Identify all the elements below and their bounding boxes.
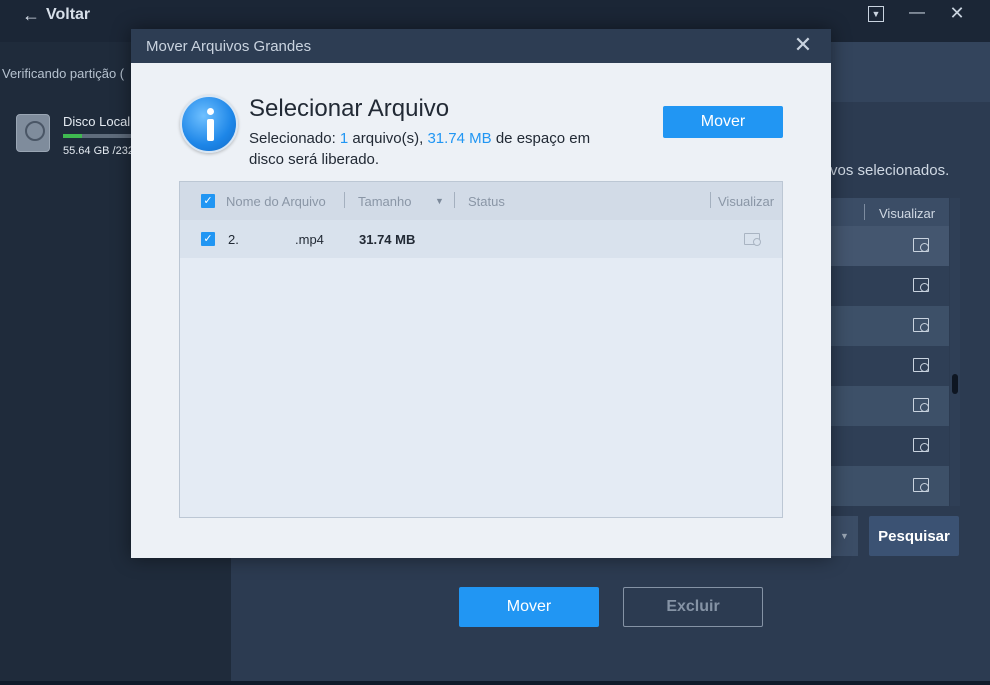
disk-usage-fill: [63, 134, 83, 138]
column-separator: [344, 192, 345, 208]
background-table-row[interactable]: [831, 266, 949, 306]
selected-files-table: ✓ Nome do Arquivo Tamanho ▼ Status Visua…: [179, 181, 783, 518]
back-label: Voltar: [46, 6, 91, 23]
folder-preview-icon[interactable]: [913, 478, 929, 492]
background-file-table: Visualizar: [831, 198, 949, 506]
minimize-icon[interactable]: —: [908, 4, 926, 22]
disk-name: Disco Local: [63, 114, 131, 129]
hard-disk-icon: [16, 114, 50, 152]
folder-preview-icon[interactable]: [913, 238, 929, 252]
close-icon[interactable]: ✕: [791, 33, 815, 57]
background-table-row[interactable]: [831, 426, 949, 466]
selected-files-text: vos selecionados.: [830, 162, 950, 179]
move-large-files-dialog: Mover Arquivos Grandes ✕ Selecionar Arqu…: [131, 29, 831, 558]
verifying-partition-text: Verificando partição (: [2, 66, 125, 81]
search-button[interactable]: Pesquisar: [869, 516, 959, 556]
selected-count: 1: [339, 130, 349, 147]
summary-prefix: Selecionado:: [249, 130, 340, 147]
column-header-name[interactable]: Nome do Arquivo: [226, 194, 326, 209]
background-table-row[interactable]: [831, 386, 949, 426]
background-table-header: Visualizar: [831, 198, 949, 226]
dialog-title: Mover Arquivos Grandes: [146, 38, 312, 55]
back-button[interactable]: ← Voltar: [22, 4, 90, 26]
column-header-status[interactable]: Status: [468, 194, 505, 209]
background-table-row[interactable]: [831, 226, 949, 266]
taskbar-strip: [0, 681, 990, 685]
preview-column-header: Visualizar: [879, 206, 936, 221]
dropdown-icon[interactable]: ▼: [868, 6, 884, 22]
arrow-left-icon: ←: [22, 4, 40, 25]
table-header: ✓ Nome do Arquivo Tamanho ▼ Status Visua…: [180, 182, 782, 220]
file-extension: .mp4: [295, 232, 324, 247]
background-table-row[interactable]: [831, 346, 949, 386]
disk-usage-text: 55.64 GB /232: [63, 145, 134, 157]
dialog-heading: Selecionar Arquivo: [249, 95, 450, 122]
folder-preview-icon[interactable]: [913, 318, 929, 332]
column-separator: [710, 192, 711, 208]
background-table-row[interactable]: [831, 466, 949, 506]
file-size: 31.74 MB: [359, 232, 416, 247]
close-icon[interactable]: ✕: [948, 3, 966, 23]
column-header-size[interactable]: Tamanho: [358, 194, 411, 209]
folder-preview-icon[interactable]: [913, 438, 929, 452]
column-header-preview[interactable]: Visualizar: [718, 194, 774, 209]
delete-button[interactable]: Excluir: [623, 587, 763, 627]
column-separator: [864, 204, 865, 220]
folder-preview-icon[interactable]: [913, 358, 929, 372]
folder-preview-icon[interactable]: [913, 278, 929, 292]
scrollbar-thumb[interactable]: [952, 374, 958, 394]
select-all-checkbox[interactable]: ✓: [201, 194, 215, 208]
folder-preview-icon[interactable]: [913, 398, 929, 412]
column-separator: [454, 192, 455, 208]
dialog-titlebar: Mover Arquivos Grandes ✕: [131, 29, 831, 63]
summary-mid: arquivo(s),: [348, 130, 428, 147]
background-table-row[interactable]: [831, 306, 949, 346]
move-button[interactable]: Mover: [459, 587, 599, 627]
selected-size: 31.74 MB: [427, 130, 492, 147]
selection-summary: Selecionado: 1 arquivo(s), 31.74 MB de e…: [249, 128, 619, 170]
info-icon: [180, 95, 238, 153]
row-checkbox[interactable]: ✓: [201, 232, 215, 246]
file-name: 2.: [228, 232, 239, 247]
folder-preview-icon[interactable]: [744, 233, 761, 246]
dropdown-arrow-icon[interactable]: ▼: [831, 516, 858, 556]
table-row[interactable]: ✓ 2. .mp4 31.74 MB: [180, 220, 782, 258]
sort-arrow-icon[interactable]: ▼: [435, 196, 444, 206]
dialog-move-button[interactable]: Mover: [663, 106, 783, 138]
scrollbar[interactable]: [950, 198, 960, 506]
